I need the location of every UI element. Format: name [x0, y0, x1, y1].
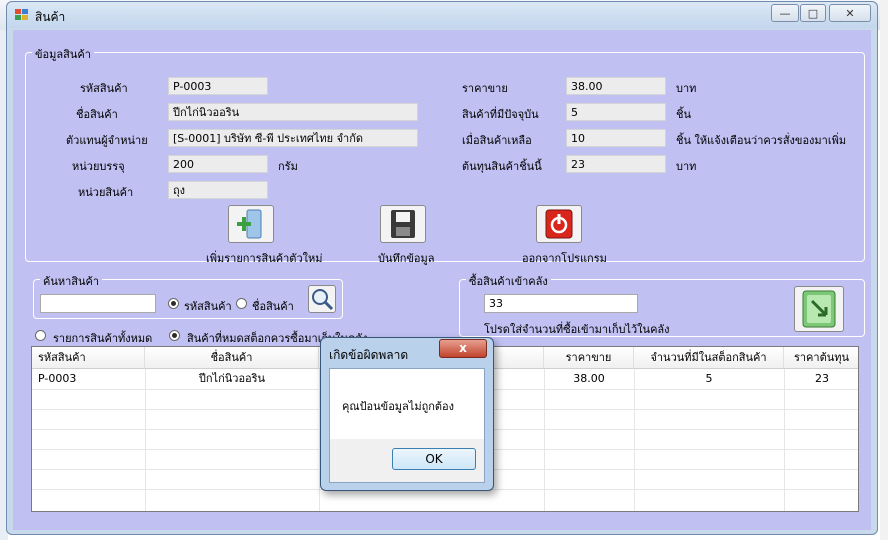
- search-by-name-radio[interactable]: [236, 298, 247, 309]
- unit-label: หน่วยสินค้า: [78, 186, 134, 199]
- save-button[interactable]: [380, 205, 426, 243]
- search-group-title: ค้นหาสินค้า: [40, 272, 103, 290]
- close-button[interactable]: ✕: [829, 4, 871, 22]
- stock-unit: ชิ้น: [676, 108, 691, 121]
- pack-unit-suffix: กรัม: [278, 160, 298, 173]
- stock-label: สินค้าที่มีปัจจุบัน: [462, 108, 539, 121]
- background-window-right: [880, 0, 888, 540]
- buy-in-submit-button[interactable]: [794, 286, 844, 332]
- product-info-group: ข้อมูลสินค้า รหัสสินค้า P-0003 ชื่อสินค้…: [25, 45, 865, 265]
- app-icon: [15, 9, 29, 21]
- code-field[interactable]: P-0003: [168, 77, 268, 95]
- pack-unit-label: หน่วยบรรจุ: [72, 160, 125, 173]
- table-header-stock[interactable]: จำนวนที่มีในสต็อกสินค้า: [634, 347, 784, 369]
- table-header-name[interactable]: ชื่อสินค้า: [145, 347, 319, 369]
- reorder-unit: ชิ้น ให้แจ้งเตือนว่าควรสั่งของมาเพิ่ม: [676, 134, 847, 147]
- table-cell-cost: 23: [815, 372, 829, 385]
- filter-all-label: รายการสินค้าทั้งหมด: [53, 332, 153, 345]
- product-info-group-title: ข้อมูลสินค้า: [32, 45, 94, 63]
- magnifier-icon: [312, 289, 334, 311]
- dialog-body: คุณป้อนข้อมูลไม่ถูกต้อง: [329, 368, 485, 440]
- ok-button[interactable]: OK: [392, 448, 476, 470]
- pack-unit-field[interactable]: 200: [168, 155, 268, 173]
- exit-button[interactable]: [536, 205, 582, 243]
- table-cell-code: P-0003: [38, 372, 77, 385]
- column-divider: [544, 369, 545, 511]
- buy-in-quantity-input[interactable]: 33: [484, 294, 638, 313]
- dialog-message: คุณป้อนข้อมูลไม่ถูกต้อง: [342, 400, 455, 413]
- search-by-code-label: รหัสสินค้า: [184, 300, 232, 313]
- cost-unit: บาท: [676, 160, 697, 173]
- column-divider: [145, 369, 146, 511]
- power-off-icon: [545, 209, 573, 239]
- search-group: ค้นหาสินค้า รหัสสินค้า ชื่อสินค้า: [33, 272, 343, 319]
- table-cell-name: ปีกไก่นิวออริน: [198, 372, 266, 385]
- price-label: ราคาขาย: [462, 82, 508, 95]
- add-product-button[interactable]: [228, 205, 274, 243]
- supplier-label: ตัวแทนผู้จำหน่าย: [66, 134, 148, 147]
- price-field[interactable]: 38.00: [566, 77, 666, 95]
- add-product-label: เพิ่มรายการสินค้าตัวใหม่: [206, 252, 323, 265]
- search-by-name-label: ชื่อสินค้า: [252, 300, 294, 313]
- code-label: รหัสสินค้า: [80, 82, 128, 95]
- search-button[interactable]: [308, 285, 336, 313]
- buy-in-hint: โปรดใส่จำนวนที่ซื้อเข้ามาเก็บไว้ในคลัง: [484, 323, 670, 336]
- add-document-icon: [237, 209, 262, 239]
- column-divider: [634, 369, 635, 511]
- search-by-code-radio[interactable]: [168, 298, 179, 309]
- table-cell-price: 38.00: [573, 372, 605, 385]
- error-dialog: เกิดข้อผิดพลาด x คุณป้อนข้อมูลไม่ถูกต้อง…: [320, 337, 494, 491]
- reorder-label: เมื่อสินค้าเหลือ: [462, 134, 532, 147]
- exit-label: ออกจากโปรแกรม: [522, 252, 607, 265]
- window-title: สินค้า: [35, 10, 66, 24]
- dialog-close-button[interactable]: x: [439, 339, 487, 358]
- stock-field[interactable]: 5: [566, 103, 666, 121]
- reorder-field[interactable]: 10: [566, 129, 666, 147]
- table-header-code[interactable]: รหัสสินค้า: [32, 347, 145, 369]
- floppy-disk-icon: [391, 210, 415, 238]
- unit-field[interactable]: ถุง: [168, 181, 268, 199]
- buy-in-group: ซื้อสินค้าเข้าคลัง 33 โปรดใส่จำนวนที่ซื้…: [459, 272, 865, 337]
- cost-label: ต้นทุนสินค้าชิ้นนี้: [462, 160, 542, 173]
- title-bar[interactable]: สินค้า — □ ✕: [7, 2, 877, 28]
- supplier-field[interactable]: [S-0001] บริษัท ซี-พี ประเทศไทย จำกัด: [168, 129, 418, 147]
- filter-all-radio[interactable]: [35, 330, 46, 341]
- table-header-cost[interactable]: ราคาต้นทุน: [784, 347, 858, 369]
- buy-in-group-title: ซื้อสินค้าเข้าคลัง: [466, 272, 551, 290]
- enter-arrow-icon: [802, 290, 836, 328]
- dialog-title: เกิดข้อผิดพลาด: [329, 348, 409, 362]
- dialog-footer: OK: [329, 439, 485, 483]
- price-unit: บาท: [676, 82, 697, 95]
- search-input[interactable]: [40, 294, 156, 313]
- filter-low-stock-radio[interactable]: [169, 330, 180, 341]
- cost-field[interactable]: 23: [566, 155, 666, 173]
- name-label: ชื่อสินค้า: [76, 108, 118, 121]
- minimize-button[interactable]: —: [771, 4, 799, 22]
- table-cell-stock: 5: [705, 372, 713, 385]
- save-label: บันทึกข้อมูล: [378, 252, 435, 265]
- name-field[interactable]: ปีกไก่นิวออริน: [168, 103, 418, 121]
- maximize-button[interactable]: □: [800, 4, 826, 22]
- table-header-price[interactable]: ราคาขาย: [544, 347, 634, 369]
- column-divider: [784, 369, 785, 511]
